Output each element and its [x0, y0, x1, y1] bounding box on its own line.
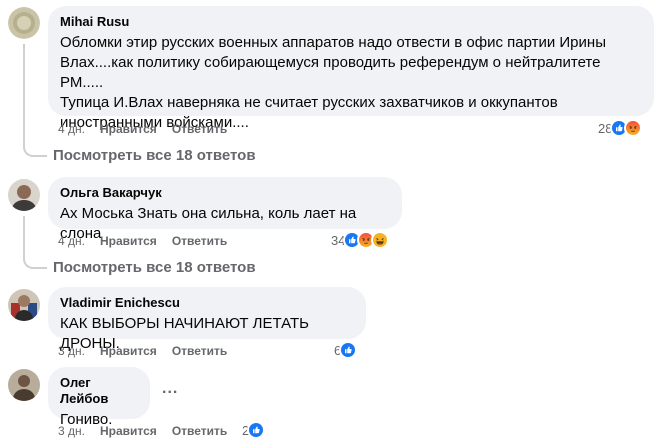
comment-actions: 3 дн. Нравится Ответить [58, 343, 242, 359]
like-icon [339, 341, 358, 359]
reply-button[interactable]: Ответить [172, 121, 227, 137]
angry-icon [624, 119, 643, 137]
reactions-summary[interactable]: 6 [334, 341, 358, 359]
comment-timestamp[interactable]: 3 дн. [58, 343, 85, 359]
comment-actions: 3 дн. Нравится Ответить [58, 423, 242, 439]
view-replies-link[interactable]: Посмотреть все 18 ответов [53, 146, 256, 166]
like-button[interactable]: Нравится [100, 343, 157, 359]
thread-line [23, 216, 47, 269]
comment-author[interactable]: Mihai Rusu [60, 14, 642, 30]
comment-author[interactable]: Олег Лейбов [60, 375, 138, 407]
avatar[interactable] [8, 289, 40, 321]
like-button[interactable]: Нравится [100, 121, 157, 137]
comment-bubble: Ольга Вакарчук Ах Моська Знать она сильн… [48, 177, 402, 242]
comment-text: Обломки этир русских военных аппаратов н… [60, 34, 606, 131]
comment-actions: 4 дн. Нравится Ответить [58, 121, 242, 137]
like-icon [247, 421, 266, 439]
haha-icon [371, 231, 390, 249]
reactions-summary[interactable]: 28 [598, 119, 643, 137]
reply-button[interactable]: Ответить [172, 423, 227, 439]
avatar[interactable] [8, 369, 40, 401]
more-options-button[interactable]: ... [162, 380, 178, 398]
comment-author[interactable]: Vladimir Enichescu [60, 295, 354, 311]
comment-author[interactable]: Ольга Вакарчук [60, 185, 390, 201]
reactions-summary[interactable]: 34 [331, 231, 390, 249]
comment-timestamp[interactable]: 4 дн. [58, 121, 85, 137]
avatar[interactable] [8, 7, 40, 39]
comment-bubble: Vladimir Enichescu КАК ВЫБОРЫ НАЧИНАЮТ Л… [48, 287, 366, 352]
like-button[interactable]: Нравится [100, 233, 157, 249]
comment-timestamp[interactable]: 3 дн. [58, 423, 85, 439]
comment-actions: 4 дн. Нравится Ответить [58, 233, 242, 249]
reactions-summary[interactable]: 2 [242, 421, 266, 439]
comment-bubble: Олег Лейбов Гониво. [48, 367, 150, 428]
view-replies-link[interactable]: Посмотреть все 18 ответов [53, 258, 256, 278]
thread-line [23, 44, 47, 157]
reply-button[interactable]: Ответить [172, 343, 227, 359]
like-button[interactable]: Нравится [100, 423, 157, 439]
comment-bubble: Mihai Rusu Обломки этир русских военных … [48, 6, 654, 131]
reply-button[interactable]: Ответить [172, 233, 227, 249]
comment-timestamp[interactable]: 4 дн. [58, 233, 85, 249]
avatar[interactable] [8, 179, 40, 211]
